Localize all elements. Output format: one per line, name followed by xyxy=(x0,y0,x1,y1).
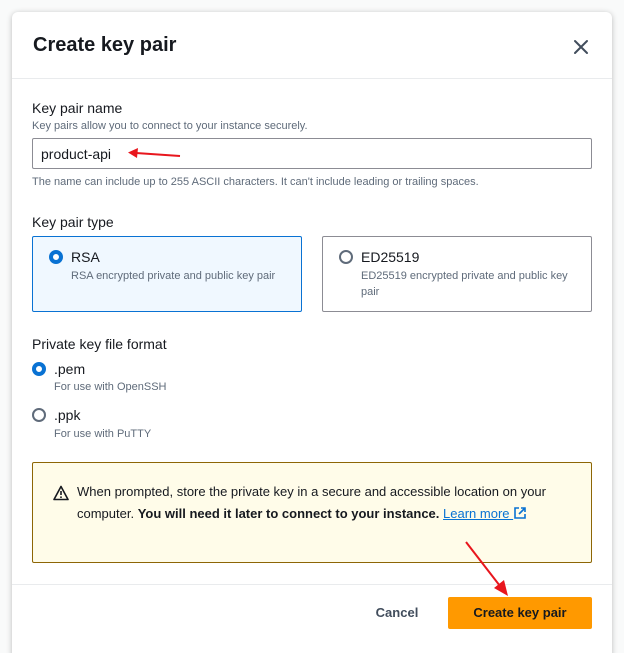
file-format-label: Private key file format xyxy=(32,336,167,352)
warning-text: When prompted, store the private key in … xyxy=(77,481,577,525)
key-pair-name-label: Key pair name xyxy=(32,100,123,116)
key-pair-name-constraint: The name can include up to 255 ASCII cha… xyxy=(32,176,479,188)
create-key-pair-button[interactable]: Create key pair xyxy=(448,597,592,629)
footer-divider xyxy=(12,584,612,585)
modal-header: Create key pair xyxy=(12,12,612,79)
learn-more-label: Learn more xyxy=(443,506,510,521)
create-key-pair-modal: Create key pair Key pair name Key pairs … xyxy=(12,12,612,653)
ppk-title: .ppk xyxy=(54,407,81,423)
rsa-description: RSA encrypted private and public key pai… xyxy=(71,270,276,282)
rsa-title: RSA xyxy=(71,249,100,265)
warning-bold-text: You will need it later to connect to you… xyxy=(137,506,440,521)
pem-description: For use with OpenSSH xyxy=(54,381,167,393)
ed25519-description: ED25519 encrypted private and public key… xyxy=(361,270,568,298)
pem-title: .pem xyxy=(54,361,86,377)
close-icon[interactable] xyxy=(570,36,592,58)
key-pair-name-input[interactable] xyxy=(32,138,592,169)
key-pair-name-description: Key pairs allow you to connect to your i… xyxy=(32,120,308,132)
rsa-radio[interactable] xyxy=(49,250,63,264)
annotation-arrow-icon xyxy=(128,148,181,158)
ed25519-radio[interactable] xyxy=(339,250,353,264)
key-pair-type-label: Key pair type xyxy=(32,214,114,230)
external-link-icon xyxy=(514,507,526,519)
annotation-arrow-icon xyxy=(465,541,508,596)
pem-radio[interactable] xyxy=(32,362,46,376)
warning-icon xyxy=(53,485,69,501)
learn-more-link[interactable]: Learn more xyxy=(443,506,527,521)
cancel-button[interactable]: Cancel xyxy=(362,597,432,628)
ed25519-title: ED25519 xyxy=(361,249,420,265)
key-type-rsa-tile[interactable]: RSA RSA encrypted private and public key… xyxy=(32,236,302,312)
modal-title: Create key pair xyxy=(33,34,177,56)
key-type-ed25519-tile[interactable]: ED25519 ED25519 encrypted private and pu… xyxy=(322,236,592,312)
ppk-radio[interactable] xyxy=(32,408,46,422)
ppk-description: For use with PuTTY xyxy=(54,428,152,440)
